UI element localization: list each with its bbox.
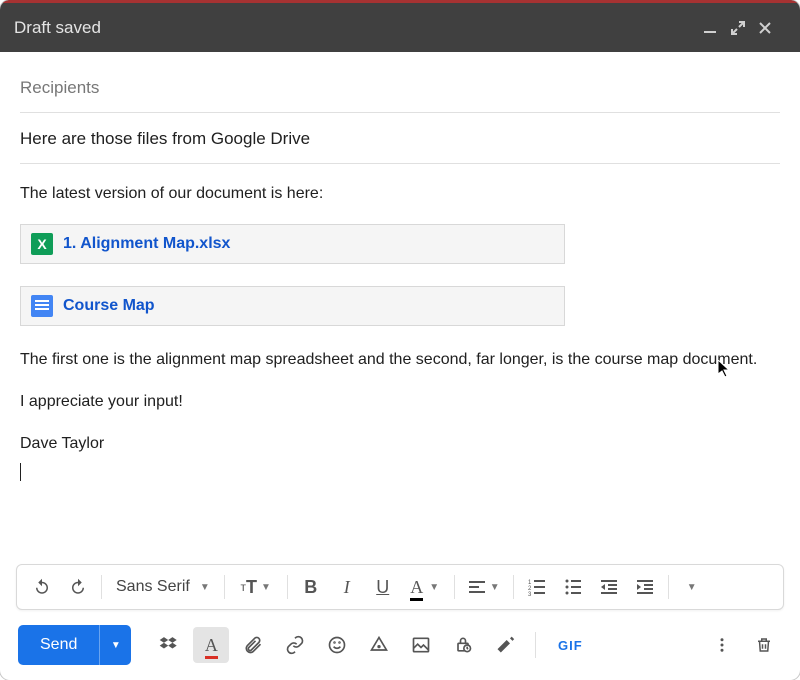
sheets-icon: X xyxy=(31,233,53,255)
text-format-icon[interactable]: A xyxy=(193,627,229,663)
chevron-down-icon: ▼ xyxy=(200,582,210,593)
italic-icon[interactable]: I xyxy=(330,570,364,604)
separator xyxy=(101,575,102,599)
fullscreen-icon[interactable] xyxy=(730,20,758,36)
discard-icon[interactable] xyxy=(746,627,782,663)
indent-less-icon[interactable] xyxy=(592,570,626,604)
subject-field[interactable]: Here are those files from Google Drive xyxy=(20,113,780,164)
more-formatting-icon[interactable]: ▼ xyxy=(675,570,709,604)
drive-icon[interactable] xyxy=(361,627,397,663)
format-toolbar-wrap: Sans Serif ▼ тT ▼ B I U A ▼ ▼ 123 xyxy=(0,564,800,610)
bulleted-list-icon[interactable] xyxy=(556,570,590,604)
signature-icon[interactable] xyxy=(487,627,523,663)
bottom-toolbar: Send ▼ A GIF xyxy=(0,610,800,680)
window-title: Draft saved xyxy=(14,18,702,38)
send-options-button[interactable]: ▼ xyxy=(99,625,131,665)
close-icon[interactable] xyxy=(758,21,786,35)
separator xyxy=(668,575,669,599)
confidential-icon[interactable] xyxy=(445,627,481,663)
send-button[interactable]: Send xyxy=(18,625,99,665)
format-toolbar: Sans Serif ▼ тT ▼ B I U A ▼ ▼ 123 xyxy=(16,564,784,610)
body-signature: Dave Taylor xyxy=(20,432,780,456)
attach-icon[interactable] xyxy=(235,627,271,663)
svg-text:3: 3 xyxy=(528,592,532,596)
body-para2: The first one is the alignment map sprea… xyxy=(20,348,780,372)
align-icon[interactable]: ▼ xyxy=(461,570,507,604)
separator xyxy=(287,575,288,599)
redo-icon[interactable] xyxy=(61,570,95,604)
undo-icon[interactable] xyxy=(25,570,59,604)
more-options-icon[interactable] xyxy=(704,627,740,663)
text-caret xyxy=(20,463,21,481)
chevron-down-icon: ▼ xyxy=(429,582,439,593)
chevron-down-icon: ▼ xyxy=(490,582,500,593)
font-name: Sans Serif xyxy=(116,578,190,596)
emoji-icon[interactable] xyxy=(319,627,355,663)
send-group: Send ▼ xyxy=(18,625,131,665)
font-selector[interactable]: Sans Serif ▼ xyxy=(108,578,218,596)
separator xyxy=(535,632,536,658)
attachment-label: 1. Alignment Map.xlsx xyxy=(63,232,230,256)
compose-content: Recipients Here are those files from Goo… xyxy=(0,52,800,564)
font-size-icon[interactable]: тT ▼ xyxy=(231,570,281,604)
underline-icon[interactable]: U xyxy=(366,570,400,604)
separator xyxy=(513,575,514,599)
chevron-down-icon: ▼ xyxy=(261,582,271,593)
separator xyxy=(454,575,455,599)
recipients-field[interactable]: Recipients xyxy=(20,72,780,113)
separator xyxy=(224,575,225,599)
docs-icon xyxy=(31,295,53,317)
body-para3: I appreciate your input! xyxy=(20,390,780,414)
link-icon[interactable] xyxy=(277,627,313,663)
attachment-chip-doc[interactable]: Course Map xyxy=(20,286,565,326)
image-icon[interactable] xyxy=(403,627,439,663)
minimize-icon[interactable] xyxy=(702,20,730,36)
attachment-chip-xlsx[interactable]: X 1. Alignment Map.xlsx xyxy=(20,224,565,264)
compose-window: Draft saved Recipients Here are those fi… xyxy=(0,0,800,680)
message-body[interactable]: The latest version of our document is he… xyxy=(20,164,780,564)
text-color-icon[interactable]: A ▼ xyxy=(402,570,448,604)
body-intro: The latest version of our document is he… xyxy=(20,182,780,206)
indent-more-icon[interactable] xyxy=(628,570,662,604)
bold-icon[interactable]: B xyxy=(294,570,328,604)
gif-button[interactable]: GIF xyxy=(548,627,592,663)
numbered-list-icon[interactable]: 123 xyxy=(520,570,554,604)
dropbox-icon[interactable] xyxy=(151,627,187,663)
attachment-label: Course Map xyxy=(63,294,155,318)
titlebar: Draft saved xyxy=(0,0,800,52)
